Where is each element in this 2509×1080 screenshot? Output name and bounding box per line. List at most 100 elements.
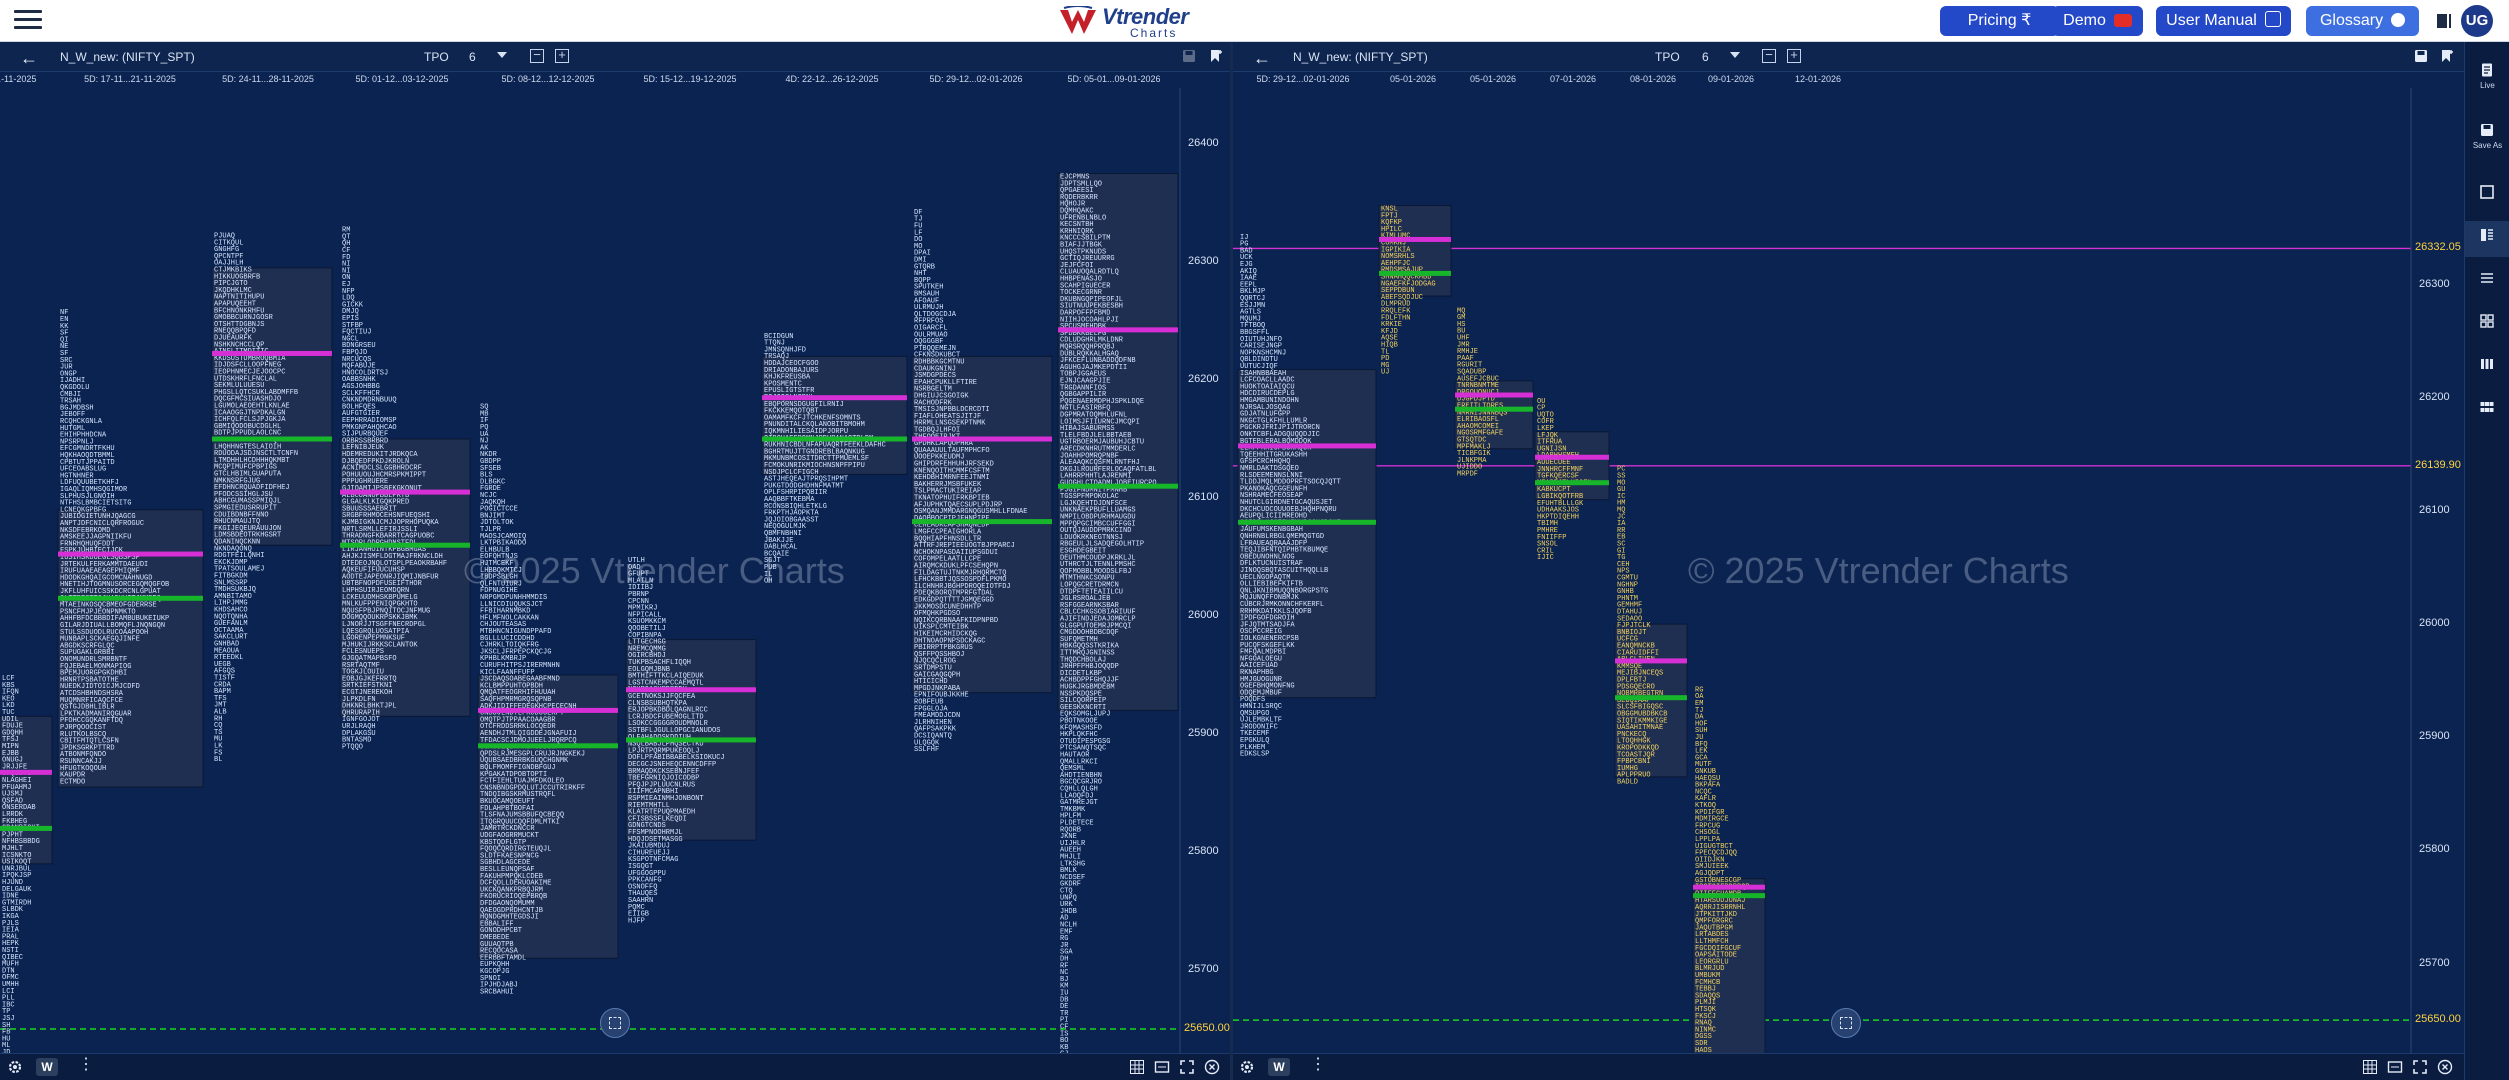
tpo-profile[interactable]: LCFKBSIFQNKEOLKDTUCUDILFDUJEGDQHHTFSJMIP… xyxy=(0,675,53,1056)
right-bottom-bar: W ⋮ xyxy=(1233,1053,2464,1080)
tpo-profile[interactable]: EJCPMNSJDPTSMLLQOQPGAEESIRQDERBKRRHQHOJR… xyxy=(1057,173,1179,1057)
tpo-profile[interactable]: RGOAEMTJDAHOFSUHJUBFQLEKGCAMUTFGNKUBHAEQ… xyxy=(1692,686,1766,1056)
user-manual-button[interactable]: User Manual xyxy=(2156,6,2291,36)
hamburger-menu-icon[interactable] xyxy=(14,10,42,32)
left-fullscreen-button[interactable] xyxy=(600,1008,630,1038)
sidebar-item-split-layout[interactable] xyxy=(2465,221,2509,257)
left-close-panel-icon[interactable] xyxy=(1204,1059,1220,1075)
right-more-options-icon[interactable]: ⋮ xyxy=(1310,1057,1326,1073)
right-tpo-size-value[interactable]: 6 xyxy=(1702,50,1709,64)
tpo-profile[interactable]: NFENKKSFQINESFSRCJURONGPIJADHIQKGDOLUCMB… xyxy=(57,309,204,788)
left-timeframe-w-button[interactable]: W xyxy=(36,1058,58,1076)
right-tpo-chart[interactable]: IJPGBADUCKEJGAKIQIAAEEEPLBKLMJPQQRTCJESJ… xyxy=(1233,88,2464,1056)
tpo-letter-row: SRCBAHUI xyxy=(480,988,514,996)
sidebar-item-columns-layout[interactable] xyxy=(2465,350,2509,386)
grid-six-icon xyxy=(2480,402,2494,412)
sidebar-item-six-grid-layout[interactable] xyxy=(2465,393,2509,429)
right-close-panel-icon[interactable] xyxy=(2437,1059,2453,1075)
right-layout-toggle-icon[interactable] xyxy=(2387,1059,2403,1075)
left-tpo-chart[interactable]: LCFKBSIFQNKEOLKDTUCUDILFDUJEGDQHHTFSJMIP… xyxy=(0,88,1230,1056)
tpo-profile[interactable]: OUCPUQTOCOFRLKEPLFJQKITFRUAUGNIJSNLDABHH… xyxy=(1534,398,1610,562)
info-icon xyxy=(2391,13,2406,27)
left-settings-gear-icon[interactable] xyxy=(7,1059,23,1075)
tpo-profile[interactable]: PCSSMOGUICHMMQJCIARREBSCGITGCEHNPSCGMTUN… xyxy=(1614,466,1688,787)
user-manual-label: User Manual xyxy=(2166,12,2257,29)
price-axis-tick: 26300 xyxy=(2419,277,2450,290)
date-axis-label: 5D: 08-12...12-12-2025 xyxy=(501,74,595,84)
right-timeframe-w-button[interactable]: W xyxy=(1268,1058,1290,1076)
price-axis-tick: 25800 xyxy=(2419,843,2450,856)
date-axis-label: 5D: 01-12...03-12-2025 xyxy=(355,74,449,84)
tpo-profile[interactable]: BCIDGUNTTQNJJMNSQNHJFDTRSAQJHDDAJCEOCFGO… xyxy=(761,333,908,586)
demo-button[interactable]: Demo xyxy=(2052,6,2143,36)
right-zoom-in-icon[interactable]: + xyxy=(1787,48,1801,63)
left-layout-toggle-icon[interactable] xyxy=(1154,1059,1170,1075)
tpo-profile[interactable]: IJPGBADUCKEJGAKIQIAAEEEPLBKLMJPQQRTCJESJ… xyxy=(1237,234,1377,759)
tpo-profile[interactable]: RMQTQHCFFDNINIONEJNFPLDQGICKKDMJQEPISSTF… xyxy=(339,227,471,752)
left-more-options-icon[interactable]: ⋮ xyxy=(78,1057,94,1073)
right-bookmark-add-icon[interactable] xyxy=(2439,48,2455,64)
tpo-profile[interactable]: MQGMHSBUUHFJMRRMHJEPAAFRGURITSQADUBPAUSE… xyxy=(1454,307,1534,479)
price-axis-tick: 26200 xyxy=(2419,390,2450,403)
square-icon xyxy=(2480,185,2494,199)
left-tpo-size-value[interactable]: 6 xyxy=(469,50,476,64)
vwap-line xyxy=(58,551,203,557)
tpo-profile[interactable]: KNSLFPTJKQFKPHPILCKIMLUMCCOMKNJIGPIKIANO… xyxy=(1378,205,1452,377)
right-tpo-size-dropdown-icon[interactable] xyxy=(1730,52,1740,58)
poc-line xyxy=(1455,406,1533,412)
tpo-letter-row: UJ xyxy=(1381,369,1389,377)
tpo-profile[interactable]: DFTJFULFDOMODPAIDMIGTQRBNHTBQPPSPUTKEHBM… xyxy=(911,209,1053,754)
sidebar-item-grid-layout[interactable] xyxy=(2465,307,2509,343)
poc-line xyxy=(1379,270,1451,276)
vtrender-logo[interactable]: Vtrender Charts xyxy=(1058,2,1189,40)
poc-line xyxy=(1238,519,1376,525)
price-axis-tick: 25900 xyxy=(2419,730,2450,743)
tpo-letter-row: EDKSLSP xyxy=(1240,751,1269,759)
right-symbol-label: N_W_new: (NIFTY_SPT) xyxy=(1293,50,1428,64)
user-avatar[interactable]: UG xyxy=(2461,5,2493,37)
logo-mark-icon xyxy=(1060,6,1096,34)
tpo-profile[interactable]: SQMBIFPQUANJAKNKDRGBDPPSFSEBBLSDLBGKCFGR… xyxy=(477,404,619,997)
left-save-icon[interactable] xyxy=(1181,48,1197,64)
date-axis-label: 09-01-2026 xyxy=(1707,74,1755,84)
right-zoom-out-icon[interactable]: − xyxy=(1762,48,1776,63)
right-back-arrow-icon[interactable]: ← xyxy=(1253,48,1271,69)
vwap-line xyxy=(1238,443,1376,449)
tpo-letter-row: BADLD xyxy=(1617,779,1638,787)
tpo-profile[interactable]: UTLHOADGFUPTMLAILNIDIIBJPBRNPCPCNNMPMIKR… xyxy=(625,557,757,925)
date-axis-label: 12-01-2026 xyxy=(1794,74,1842,84)
right-fullscreen-button[interactable] xyxy=(1831,1008,1861,1038)
right-expand-icon[interactable] xyxy=(2412,1059,2428,1075)
left-chart-panel: ← N_W_new: (NIFTY_SPT) TPO 6 − + ...-11-… xyxy=(0,42,1230,1080)
top-navigation-bar: Vtrender Charts Pricing ₹ Demo User Manu… xyxy=(0,0,2509,42)
sidebar-item-rows-layout[interactable] xyxy=(2465,264,2509,300)
date-axis-label: 4D: 22-12...26-12-2025 xyxy=(785,74,879,84)
poc-line xyxy=(1535,480,1609,486)
glossary-button[interactable]: Glossary xyxy=(2306,6,2419,36)
left-expand-icon[interactable] xyxy=(1179,1059,1195,1075)
right-grid-toggle-icon[interactable] xyxy=(2362,1059,2378,1075)
left-chart-toolbar: ← N_W_new: (NIFTY_SPT) TPO 6 − + xyxy=(0,42,1230,72)
left-grid-toggle-icon[interactable] xyxy=(1129,1059,1145,1075)
left-zoom-out-icon[interactable]: − xyxy=(530,48,544,63)
left-tpo-size-dropdown-icon[interactable] xyxy=(497,52,507,58)
vwap-line xyxy=(912,436,1052,442)
left-tpo-mode-label: TPO xyxy=(424,50,449,64)
poc-line xyxy=(1693,893,1765,899)
pricing-button[interactable]: Pricing ₹ xyxy=(1940,6,2059,36)
date-axis-label: 5D: 05-01...09-01-2026 xyxy=(1067,74,1161,84)
right-settings-gear-icon[interactable] xyxy=(1239,1059,1255,1075)
price-axis-tick: 25900 xyxy=(1188,727,1219,739)
left-zoom-in-icon[interactable]: + xyxy=(555,48,569,63)
sidebar-item-single-layout[interactable] xyxy=(2465,178,2509,214)
sidebar-item-save-as[interactable]: Save As xyxy=(2465,116,2509,152)
tpo-letter-row: OH xyxy=(764,578,772,586)
left-bookmark-add-icon[interactable] xyxy=(1208,48,1224,64)
right-save-icon[interactable] xyxy=(2413,48,2429,64)
bookmarks-icon[interactable] xyxy=(2434,11,2454,31)
poc-line xyxy=(1615,695,1687,701)
left-back-arrow-icon[interactable]: ← xyxy=(20,48,38,69)
tpo-profile[interactable]: PJUAQCITKQULGNGHFGQPCNTPFOAJJHLHCTJMKBIK… xyxy=(211,233,333,765)
date-axis-label: 08-01-2026 xyxy=(1629,74,1677,84)
sidebar-item-live[interactable]: Live xyxy=(2465,56,2509,92)
